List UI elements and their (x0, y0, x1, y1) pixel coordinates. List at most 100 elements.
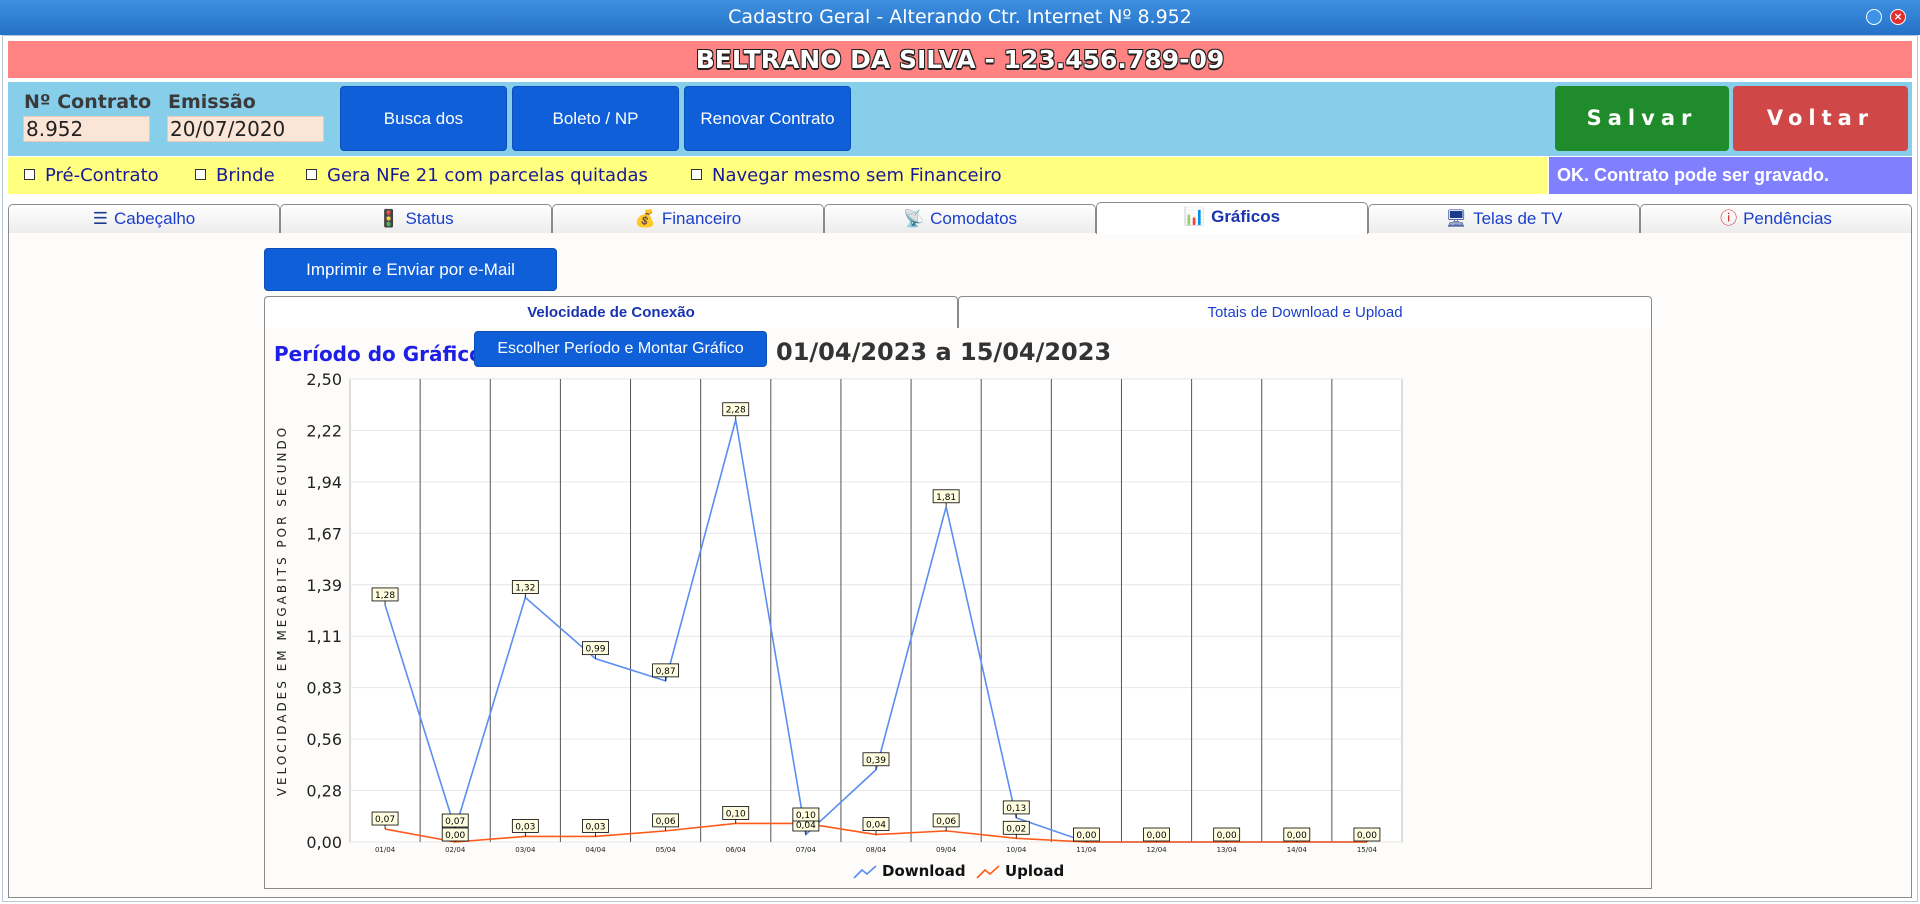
minimize-icon[interactable] (1866, 9, 1882, 25)
window-title: Cadastro Geral - Alterando Ctr. Internet… (728, 6, 1192, 28)
y-tick-label: 1,39 (306, 576, 342, 595)
x-tick-label: 10/04 (1006, 846, 1027, 854)
chart-icon: 📊 (1183, 207, 1206, 226)
money-bag-icon: 💰 (634, 209, 656, 228)
data-label: 0,03 (515, 822, 535, 832)
data-label: 0,04 (866, 821, 886, 831)
alert-icon: ⓘ (1720, 209, 1738, 228)
data-label: 0,06 (656, 817, 676, 827)
data-label: 2,28 (726, 406, 746, 416)
tv-icon: 🖥 (1445, 209, 1468, 228)
data-label: 0,99 (585, 645, 605, 655)
navegar-sem-financeiro-checkbox[interactable]: Navegar mesmo sem Financeiro (691, 157, 1002, 194)
checkbox-icon[interactable] (195, 169, 206, 180)
contract-number-label: Nº Contrato (24, 91, 152, 113)
main-tabs: ☰ Cabeçalho 🚦 Status 💰 Financeiro 📡 Comodato… (8, 202, 1912, 234)
data-label: 1,32 (515, 584, 535, 594)
data-label: 0,87 (656, 667, 676, 677)
y-tick-label: 0,56 (306, 730, 342, 749)
legend-icon-upload (976, 865, 1000, 879)
period-label: Período do Gráfico: (274, 342, 491, 366)
data-label: 0,00 (1357, 831, 1377, 841)
y-tick-label: 0,00 (306, 833, 342, 852)
issue-date-label: Emissão (168, 91, 256, 113)
x-tick-label: 02/04 (445, 846, 466, 854)
data-label: 0,39 (866, 756, 886, 766)
data-label: 0,07 (445, 817, 465, 827)
data-label: 1,81 (936, 493, 956, 503)
pre-contrato-checkbox[interactable]: Pré-Contrato (24, 157, 159, 194)
data-label: 0,00 (445, 831, 465, 841)
x-tick-label: 07/04 (796, 846, 817, 854)
x-tick-label: 09/04 (936, 846, 957, 854)
data-label: 0,00 (1217, 831, 1237, 841)
period-range: 01/04/2023 a 15/04/2023 (776, 338, 1112, 366)
checkbox-icon[interactable] (691, 169, 702, 180)
y-tick-label: 0,28 (306, 782, 342, 801)
chart-subtabs: Velocidade de Conexão Totais de Download… (264, 296, 1652, 328)
x-tick-label: 03/04 (515, 846, 536, 854)
tab-pendencias[interactable]: ⓘ Pendências (1640, 204, 1912, 233)
print-email-button[interactable]: Imprimir e Enviar por e-Mail (264, 248, 557, 291)
x-tick-label: 01/04 (375, 846, 396, 854)
tab-status[interactable]: 🚦 Status (280, 204, 552, 233)
y-tick-label: 2,50 (306, 370, 342, 389)
tab-graficos[interactable]: 📊 Gráficos (1096, 202, 1368, 234)
x-tick-label: 05/04 (656, 846, 677, 854)
busca-comodatos-button[interactable]: Busca dos Comodatos (340, 86, 507, 191)
status-message: OK. Contrato pode ser gravado. (1549, 157, 1912, 194)
legend-label-upload: Upload (1005, 862, 1064, 880)
data-label: 0,07 (375, 815, 395, 825)
x-tick-label: 11/04 (1076, 846, 1097, 854)
x-tick-label: 14/04 (1287, 846, 1308, 854)
x-tick-label: 08/04 (866, 846, 887, 854)
data-label: 0,00 (1287, 831, 1307, 841)
tab-financeiro[interactable]: 💰 Financeiro (552, 204, 824, 233)
data-label: 1,28 (375, 591, 395, 601)
customer-name-banner: BELTRANO DA SILVA - 123.456.789-09 (8, 41, 1912, 78)
renovar-contrato-button[interactable]: Renovar Contrato (684, 86, 851, 151)
x-tick-label: 12/04 (1146, 846, 1167, 854)
choose-period-button[interactable]: Escolher Período e Montar Gráfico (474, 331, 767, 367)
router-icon: 📡 (902, 209, 925, 228)
legend-icon-download (853, 865, 877, 879)
traffic-light-icon: 🚦 (378, 209, 400, 228)
data-label: 0,00 (1076, 831, 1096, 841)
y-tick-label: 1,11 (306, 627, 342, 646)
data-label: 0,10 (796, 811, 816, 821)
boleto-np-comodatos-button[interactable]: Boleto / NP Comodatos (512, 86, 679, 191)
legend-label-download: Download (882, 862, 966, 880)
y-tick-label: 1,67 (306, 524, 342, 543)
gera-nfe-checkbox[interactable]: Gera NFe 21 com parcelas quitadas (306, 157, 648, 194)
y-tick-label: 2,22 (306, 421, 342, 440)
y-axis-label: VELOCIDADES EM MEGABITS POR SEGUNDO (275, 425, 289, 796)
checkbox-icon[interactable] (24, 169, 35, 180)
x-tick-label: 15/04 (1357, 846, 1378, 854)
data-label: 0,03 (585, 822, 605, 832)
x-tick-label: 13/04 (1217, 846, 1238, 854)
tab-totais-download-upload[interactable]: Totais de Download e Upload (958, 296, 1652, 328)
tab-velocidade-conexao[interactable]: Velocidade de Conexão (264, 296, 958, 328)
data-label: 0,06 (936, 817, 956, 827)
data-label: 0,02 (1006, 824, 1026, 834)
tab-telas-tv[interactable]: 🖥 Telas de TV (1368, 204, 1640, 233)
brinde-checkbox[interactable]: Brinde (195, 157, 275, 194)
data-label: 0,13 (1006, 804, 1026, 814)
checkbox-icon[interactable] (306, 169, 317, 180)
contract-number-field[interactable]: 8.952 (23, 116, 150, 142)
issue-date-field[interactable]: 20/07/2020 (167, 116, 324, 142)
save-button[interactable]: Salvar (1555, 86, 1729, 151)
x-tick-label: 06/04 (726, 846, 747, 854)
data-label: 0,00 (1147, 831, 1167, 841)
speed-line-chart: 0,00 0,28 0,56 0,83 1,11 1,39 1,67 1,94 2,22 2,50… (275, 370, 1403, 880)
back-button[interactable]: Voltar (1733, 86, 1908, 151)
plot-area (349, 378, 1403, 843)
data-label: 0,10 (726, 809, 746, 819)
tab-comodatos[interactable]: 📡 Comodatos (824, 204, 1096, 233)
y-tick-label: 0,83 (306, 679, 342, 698)
tab-cabecalho[interactable]: ☰ Cabeçalho (8, 204, 280, 233)
y-tick-label: 1,94 (306, 473, 342, 492)
window-titlebar: Cadastro Geral - Alterando Ctr. Internet… (0, 0, 1920, 35)
list-icon: ☰ (92, 209, 108, 228)
close-icon[interactable]: × (1890, 9, 1906, 25)
